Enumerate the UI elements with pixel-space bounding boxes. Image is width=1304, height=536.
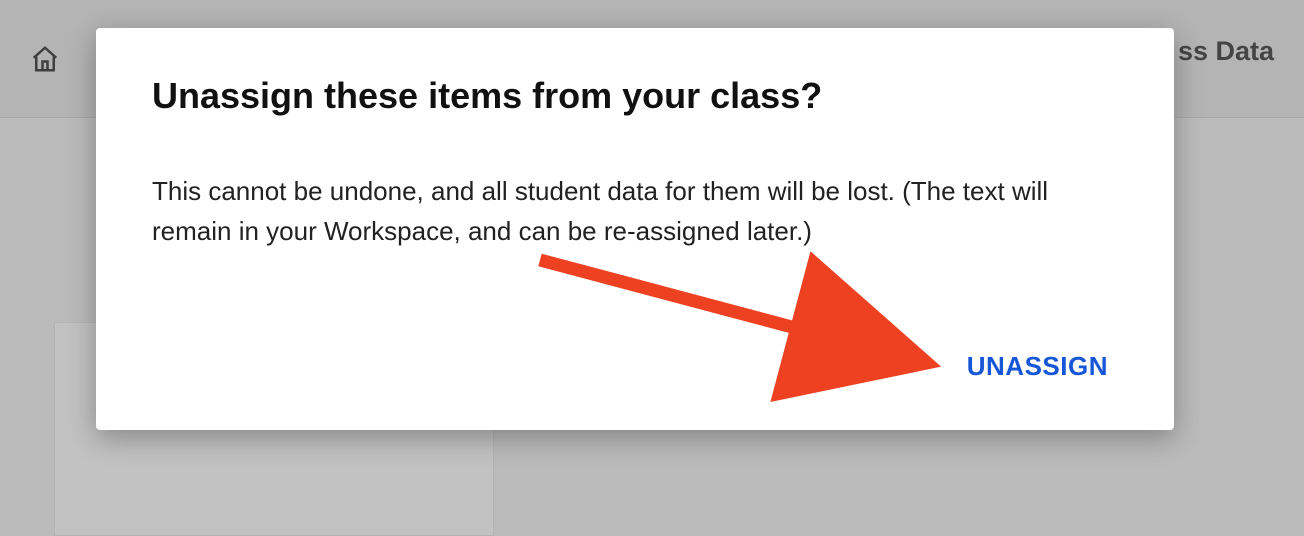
cancel-button[interactable]: CANCEL — [785, 343, 904, 390]
dialog-title: Unassign these items from your class? — [152, 74, 1118, 117]
dialog-body: This cannot be undone, and all student d… — [152, 171, 1092, 252]
unassign-button[interactable]: UNASSIGN — [963, 343, 1112, 390]
unassign-dialog: Unassign these items from your class? Th… — [96, 28, 1174, 430]
dialog-actions: CANCEL UNASSIGN — [152, 343, 1118, 390]
